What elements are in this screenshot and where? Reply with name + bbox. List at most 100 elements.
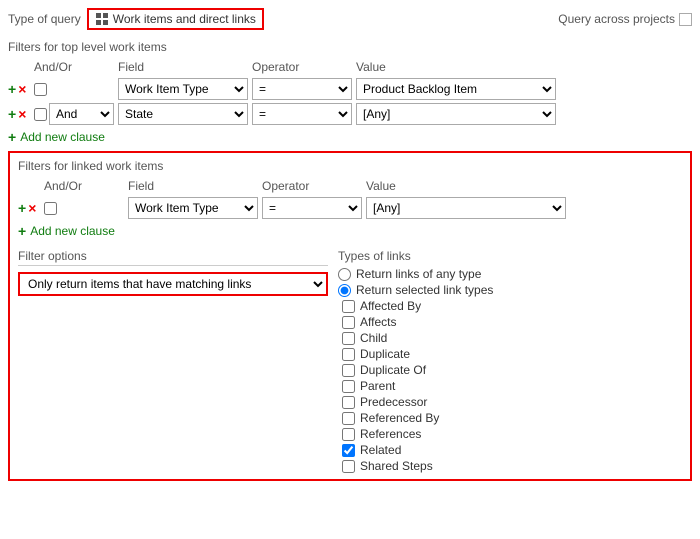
types-of-links-section: Types of links Return links of any type …: [338, 249, 682, 473]
add-clause-plus-icon: +: [8, 129, 16, 145]
filter-options-select[interactable]: Only return items that have matching lin…: [18, 272, 328, 296]
radio-selected-types-label: Return selected link types: [356, 283, 493, 297]
checkbox-child: Child: [342, 331, 682, 345]
remove-row-button-1[interactable]: ×: [18, 82, 26, 96]
types-of-links-label: Types of links: [338, 249, 682, 263]
andor-select-2[interactable]: And Or: [49, 103, 114, 125]
linked-header-andor: And/Or: [44, 179, 124, 193]
checkbox-references-label: References: [360, 427, 421, 441]
radio-any-type: Return links of any type: [338, 267, 682, 281]
value-select-2[interactable]: [Any] Active Closed Resolved New: [356, 103, 556, 125]
filter-options-label: Filter options: [18, 249, 328, 266]
add-clause-linked[interactable]: + Add new clause: [18, 223, 682, 239]
add-row-button-2[interactable]: +: [8, 107, 16, 121]
checkbox-duplicate-input[interactable]: [342, 348, 355, 361]
linked-field-select-1[interactable]: Work Item Type State Assigned To Title: [128, 197, 258, 219]
linked-header-field: Field: [128, 179, 258, 193]
checkbox-shared-steps-input[interactable]: [342, 460, 355, 473]
checkbox-affected-by-label: Affected By: [360, 299, 421, 313]
radio-any-type-input[interactable]: [338, 268, 351, 281]
linked-value-select-1[interactable]: [Any] Product Backlog Item Bug Task: [366, 197, 566, 219]
linked-header-operator: Operator: [262, 179, 362, 193]
checkbox-predecessor: Predecessor: [342, 395, 682, 409]
add-row-button-1[interactable]: +: [8, 82, 16, 96]
checkbox-references: References: [342, 427, 682, 441]
checkbox-referenced-by-input[interactable]: [342, 412, 355, 425]
checkbox-affects: Affects: [342, 315, 682, 329]
top-filters-label: Filters for top level work items: [8, 40, 692, 54]
linked-add-button-1[interactable]: +: [18, 201, 26, 215]
header-andor: And/Or: [34, 60, 114, 74]
linked-row-checkbox-1[interactable]: [44, 202, 57, 215]
row-checkbox-1[interactable]: [34, 83, 47, 96]
linked-filters-header: And/Or Field Operator Value: [18, 177, 682, 195]
operator-select-2[interactable]: = <>: [252, 103, 352, 125]
checkbox-parent-label: Parent: [360, 379, 395, 393]
grid-icon: [95, 12, 109, 26]
table-row: + × And Or Work Item Type State Assigned…: [8, 103, 692, 125]
query-type-button[interactable]: Work items and direct links: [87, 8, 264, 30]
linked-filters-label: Filters for linked work items: [18, 159, 682, 173]
top-bar: Type of query Work items and direct link…: [8, 8, 692, 30]
query-type-label: Work items and direct links: [113, 12, 256, 26]
checkbox-parent: Parent: [342, 379, 682, 393]
remove-row-button-2[interactable]: ×: [18, 107, 26, 121]
checkbox-child-input[interactable]: [342, 332, 355, 345]
checkbox-duplicate: Duplicate: [342, 347, 682, 361]
radio-selected-types: Return selected link types: [338, 283, 682, 297]
header-value: Value: [356, 60, 556, 74]
query-across-text: Query across projects: [558, 12, 675, 26]
top-bar-left: Type of query Work items and direct link…: [8, 8, 264, 30]
checkbox-duplicate-of-input[interactable]: [342, 364, 355, 377]
header-spacer: [8, 60, 30, 74]
checkbox-duplicate-label: Duplicate: [360, 347, 410, 361]
operator-select-1[interactable]: = <> > <: [252, 78, 352, 100]
checkbox-referenced-by-label: Referenced By: [360, 411, 439, 425]
linked-remove-button-1[interactable]: ×: [28, 201, 36, 215]
linked-operator-select-1[interactable]: = <>: [262, 197, 362, 219]
table-row: + × Work Item Type State Assigned To Tit…: [8, 78, 692, 100]
checkbox-references-input[interactable]: [342, 428, 355, 441]
radio-any-type-label: Return links of any type: [356, 267, 481, 281]
checkbox-duplicate-of-label: Duplicate Of: [360, 363, 426, 377]
checkbox-parent-input[interactable]: [342, 380, 355, 393]
checkbox-related-label: Related: [360, 443, 401, 457]
linked-filters-section: Filters for linked work items And/Or Fie…: [8, 151, 692, 481]
query-across-checkbox[interactable]: [679, 13, 692, 26]
table-row: + × Work Item Type State Assigned To Tit…: [18, 197, 682, 219]
radio-selected-types-input[interactable]: [338, 284, 351, 297]
value-select-1[interactable]: Product Backlog Item Bug Task Feature Ep…: [356, 78, 556, 100]
add-clause-linked-label: Add new clause: [30, 224, 115, 238]
checkbox-affects-input[interactable]: [342, 316, 355, 329]
linked-bottom: Filter options Only return items that ha…: [18, 249, 682, 473]
query-across-container: Query across projects: [558, 12, 692, 26]
field-select-2[interactable]: Work Item Type State Assigned To Title P…: [118, 103, 248, 125]
checkbox-predecessor-label: Predecessor: [360, 395, 427, 409]
checkbox-affects-label: Affects: [360, 315, 396, 329]
top-filters-header: And/Or Field Operator Value: [8, 58, 692, 76]
checkbox-shared-steps-label: Shared Steps: [360, 459, 433, 473]
header-operator: Operator: [252, 60, 352, 74]
checkbox-child-label: Child: [360, 331, 387, 345]
row-actions-1: + ×: [8, 82, 30, 96]
type-of-query-label: Type of query: [8, 12, 81, 26]
linked-header-value: Value: [366, 179, 566, 193]
filter-options-section: Filter options Only return items that ha…: [18, 249, 328, 473]
row-checkbox-2[interactable]: [34, 108, 47, 121]
checkbox-affected-by: Affected By: [342, 299, 682, 313]
add-clause-linked-plus-icon: +: [18, 223, 26, 239]
checkbox-affected-by-input[interactable]: [342, 300, 355, 313]
checkbox-predecessor-input[interactable]: [342, 396, 355, 409]
add-clause-top[interactable]: + Add new clause: [8, 129, 692, 145]
checkbox-duplicate-of: Duplicate Of: [342, 363, 682, 377]
checkbox-related-input[interactable]: [342, 444, 355, 457]
top-filters-section: Filters for top level work items And/Or …: [8, 40, 692, 145]
checkbox-referenced-by: Referenced By: [342, 411, 682, 425]
linked-row-actions-1: + ×: [18, 201, 40, 215]
row-actions-2: + ×: [8, 107, 30, 121]
linked-header-spacer: [18, 179, 40, 193]
checkbox-related: Related: [342, 443, 682, 457]
checkbox-shared-steps: Shared Steps: [342, 459, 682, 473]
header-field: Field: [118, 60, 248, 74]
field-select-1[interactable]: Work Item Type State Assigned To Title P…: [118, 78, 248, 100]
